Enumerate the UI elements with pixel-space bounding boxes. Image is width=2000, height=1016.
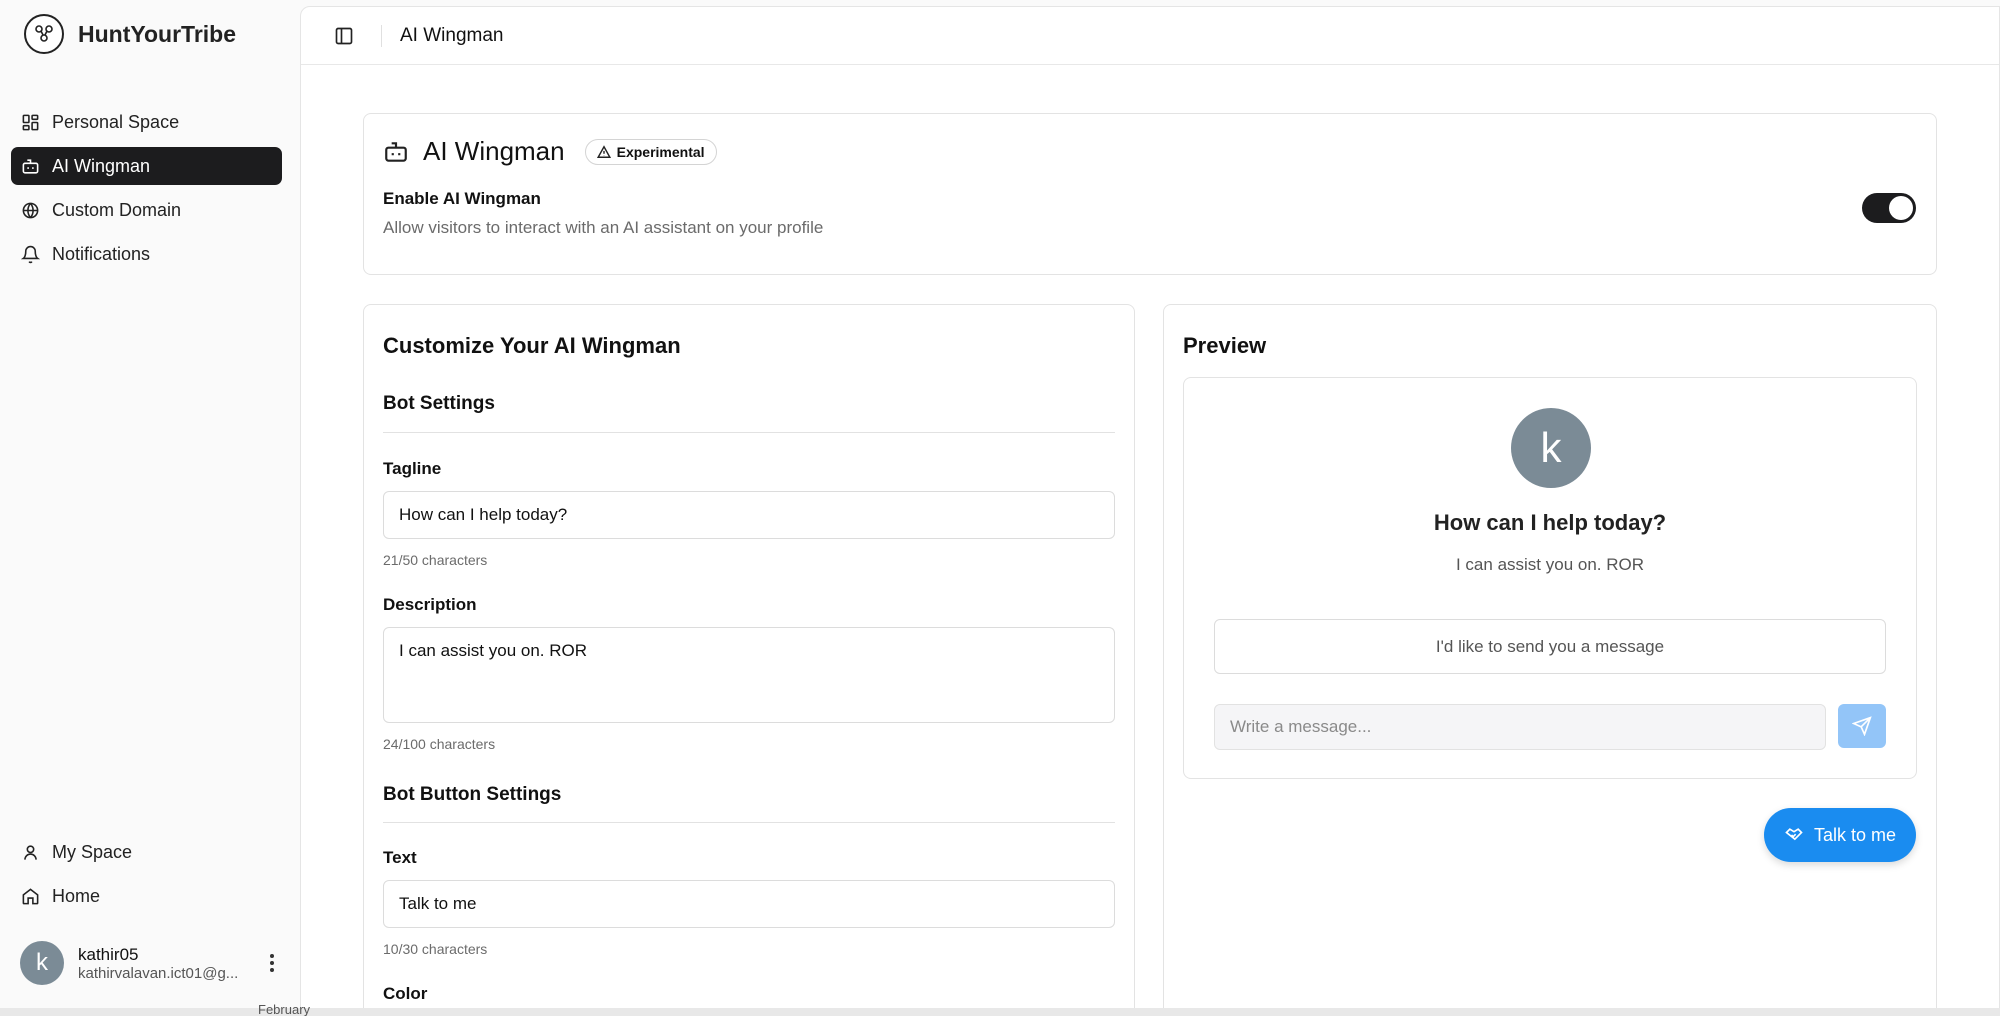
user-icon bbox=[24, 844, 37, 860]
text-label: Text bbox=[383, 848, 417, 867]
sidebar-toggle-icon[interactable] bbox=[333, 25, 355, 47]
sidebar-item-label: My Space bbox=[52, 841, 133, 862]
enable-description: Allow visitors to interact with an AI as… bbox=[383, 218, 824, 237]
sidebar-item-label: Custom Domain bbox=[52, 199, 182, 220]
preview-tagline: How can I help today? bbox=[1433, 510, 1667, 535]
description-label: Description bbox=[383, 595, 477, 614]
home-icon bbox=[22, 887, 39, 904]
sidebar-item-label: Notifications bbox=[52, 243, 151, 264]
message-input[interactable]: Write a message... bbox=[1214, 704, 1826, 750]
user-name: kathir05 bbox=[78, 944, 139, 964]
sidebar-bottom-nav: My Space Home bbox=[11, 833, 282, 921]
enable-label: Enable AI Wingman bbox=[383, 189, 541, 208]
topbar: AI Wingman bbox=[301, 7, 1999, 65]
talk-to-me-button[interactable]: Talk to me bbox=[1763, 808, 1916, 862]
handshake-icon bbox=[1785, 828, 1803, 841]
sidebar-item-my-space[interactable]: My Space bbox=[11, 833, 282, 871]
tagline-input[interactable]: How can I help today? bbox=[383, 491, 1115, 539]
button-text-char-count: 10/30 characters bbox=[383, 941, 488, 957]
globe-icon bbox=[22, 202, 39, 218]
bot-icon bbox=[22, 158, 39, 174]
enable-card: AI Wingman Experimental Enable AI Wingma… bbox=[363, 113, 1937, 275]
tagline-char-count: 21/50 characters bbox=[383, 552, 488, 568]
description-char-count: 24/100 characters bbox=[383, 736, 496, 752]
send-button[interactable] bbox=[1838, 704, 1886, 748]
brand[interactable]: HuntYourTribe bbox=[24, 14, 236, 54]
sidebar-item-label: Personal Space bbox=[52, 111, 180, 132]
status-badge: Experimental bbox=[584, 138, 717, 165]
suggestion-button[interactable]: I'd like to send you a message bbox=[1214, 619, 1886, 674]
description-textarea[interactable]: I can assist you on. ROR bbox=[383, 627, 1115, 723]
card-title: Customize Your AI Wingman bbox=[383, 333, 681, 358]
bottom-strip: February bbox=[0, 1002, 2000, 1016]
avatar: k bbox=[20, 941, 64, 985]
sidebar-item-notifications[interactable]: Notifications bbox=[11, 235, 282, 273]
color-label: Color bbox=[383, 984, 428, 1003]
sidebar-item-label: Home bbox=[52, 885, 101, 906]
section-title-button-settings: Bot Button Settings bbox=[383, 784, 562, 805]
enable-toggle[interactable] bbox=[1862, 193, 1916, 223]
bell-icon bbox=[21, 245, 40, 263]
user-profile[interactable]: k kathir05 kathirvalavan.ict01@g... bbox=[20, 940, 282, 986]
sidebar: HuntYourTribe Personal Space AI Wingman … bbox=[0, 0, 300, 1016]
preview-card: Preview k How can I help today? I can as… bbox=[1163, 304, 1937, 1015]
divider bbox=[381, 24, 382, 47]
sidebar-item-ai-wingman[interactable]: AI Wingman bbox=[11, 147, 282, 185]
user-email: kathirvalavan.ict01@g... bbox=[78, 964, 239, 982]
warning-triangle-icon bbox=[596, 144, 611, 158]
brand-name: HuntYourTribe bbox=[78, 20, 237, 47]
partial-text: February bbox=[258, 1002, 311, 1016]
avatar: k bbox=[1511, 408, 1591, 488]
sidebar-item-personal-space[interactable]: Personal Space bbox=[11, 103, 282, 141]
page-title: AI Wingman bbox=[400, 24, 504, 46]
badge-label: Experimental bbox=[616, 143, 705, 160]
more-vertical-icon[interactable] bbox=[262, 948, 282, 978]
main-panel: AI Wingman AI Wingman Experimental Enabl… bbox=[300, 6, 2000, 1016]
button-text-input[interactable]: Talk to me bbox=[383, 880, 1115, 928]
preview-description: I can assist you on. ROR bbox=[1455, 555, 1645, 574]
card-title: Preview bbox=[1183, 333, 1267, 358]
sidebar-item-home[interactable]: Home bbox=[11, 877, 282, 915]
send-icon bbox=[1852, 716, 1872, 736]
bot-icon bbox=[385, 141, 407, 162]
divider bbox=[383, 432, 1115, 433]
chat-preview: k How can I help today? I can assist you… bbox=[1183, 377, 1917, 779]
toggle-knob bbox=[1889, 196, 1913, 220]
sidebar-item-label: AI Wingman bbox=[52, 155, 151, 176]
sidebar-item-custom-domain[interactable]: Custom Domain bbox=[11, 191, 282, 229]
tagline-label: Tagline bbox=[383, 459, 442, 478]
logo-icon bbox=[24, 14, 64, 54]
sidebar-nav: Personal Space AI Wingman Custom Domain … bbox=[11, 103, 282, 279]
talk-button-label: Talk to me bbox=[1813, 824, 1896, 845]
section-title-bot-settings: Bot Settings bbox=[383, 393, 495, 414]
customize-card: Customize Your AI Wingman Bot Settings T… bbox=[363, 304, 1135, 1015]
card-title: AI Wingman bbox=[423, 136, 565, 166]
divider bbox=[383, 822, 1115, 823]
layout-grid-icon bbox=[22, 114, 39, 130]
